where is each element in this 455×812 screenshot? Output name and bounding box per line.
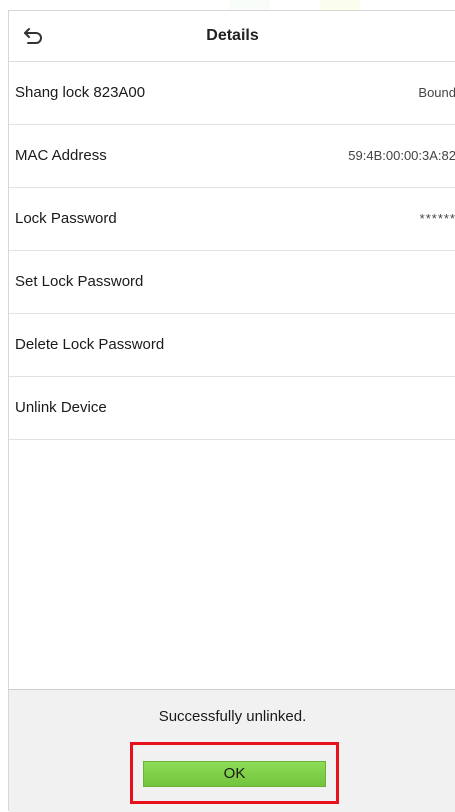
ok-button[interactable]: OK <box>143 761 326 787</box>
list-item-delete-lock-password[interactable]: Delete Lock Password <box>9 314 455 377</box>
device-screen: Details Shang lock 823A00 Bound MAC Addr… <box>8 10 455 812</box>
list-item-label: Lock Password <box>15 210 117 227</box>
list-item-unlink-device[interactable]: Unlink Device <box>9 377 455 440</box>
list-item-value: Bound <box>418 85 455 100</box>
page-title: Details <box>206 27 259 44</box>
list-item-set-lock-password[interactable]: Set Lock Password <box>9 251 455 314</box>
list-item-mac-address[interactable]: MAC Address 59:4B:00:00:3A:82 <box>9 125 455 188</box>
list-item-label: Shang lock 823A00 <box>15 84 146 101</box>
list-item-label: Unlink Device <box>15 399 107 416</box>
list-item-label: MAC Address <box>15 147 107 164</box>
list-item-value: 59:4B:00:00:3A:82 <box>348 148 455 163</box>
list-item-lock-password[interactable]: Lock Password ****** <box>9 188 455 251</box>
ok-button-highlight: OK <box>130 742 339 804</box>
details-list: Shang lock 823A00 Bound MAC Address 59:4… <box>9 62 455 440</box>
result-dialog: Successfully unlinked. OK <box>9 689 455 812</box>
dialog-message: Successfully unlinked. <box>158 708 307 725</box>
list-item-value: ****** <box>419 211 455 226</box>
list-item-lock-name[interactable]: Shang lock 823A00 Bound <box>9 62 455 125</box>
list-item-label: Set Lock Password <box>15 273 144 290</box>
title-bar: Details <box>9 11 455 62</box>
list-item-label: Delete Lock Password <box>15 336 165 353</box>
